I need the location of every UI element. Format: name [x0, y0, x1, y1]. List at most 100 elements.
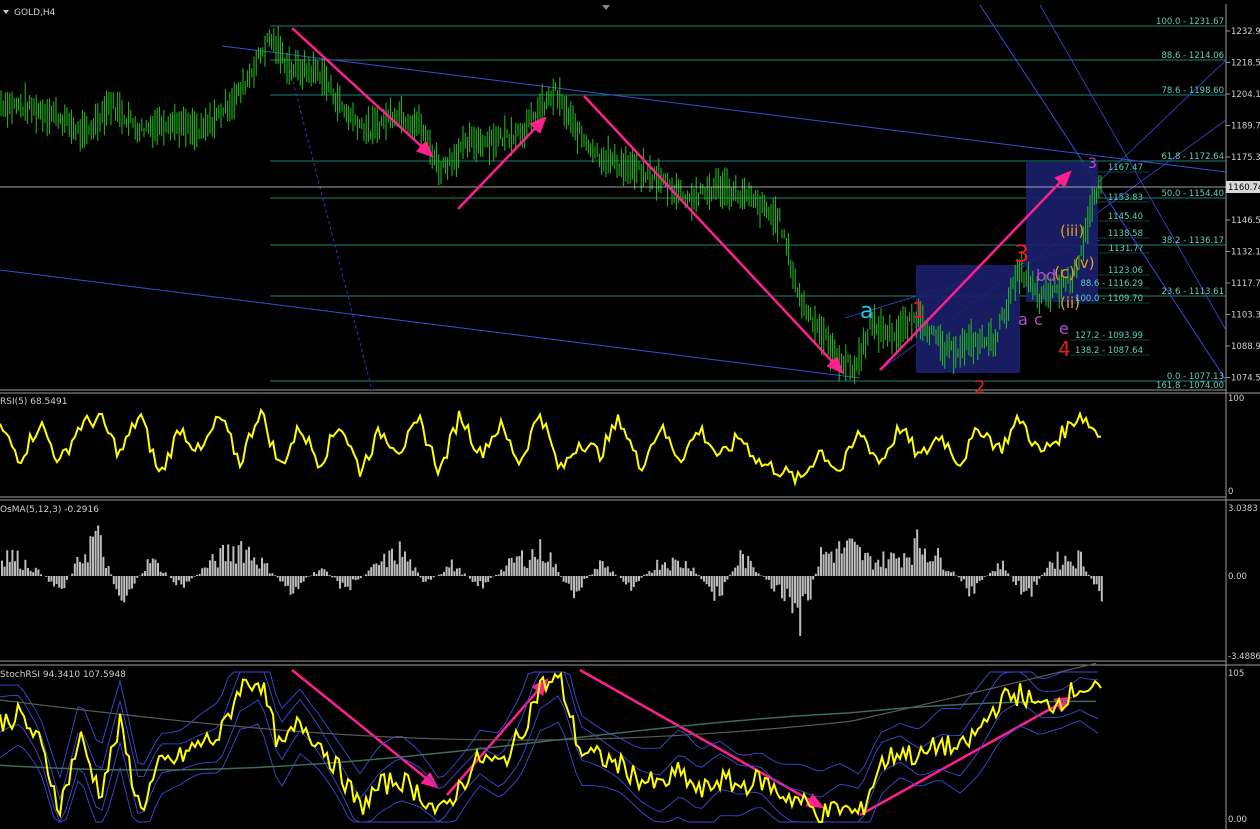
osma-bar	[294, 576, 297, 587]
osma-bar	[690, 570, 692, 576]
osma-bar	[206, 567, 209, 576]
osma-bar	[482, 576, 484, 589]
osma-bar	[66, 576, 68, 580]
osma-bar	[300, 576, 302, 583]
osma-bar	[94, 530, 97, 576]
osma-bar	[742, 554, 744, 576]
osma-bar	[752, 567, 755, 576]
osma-bar	[237, 545, 240, 576]
osma-bar	[528, 559, 531, 576]
osma-bar	[957, 576, 960, 578]
osma-bar	[1030, 576, 1033, 597]
osma-bar	[344, 576, 347, 587]
osma-bar	[664, 562, 666, 576]
osma-bar	[866, 552, 869, 576]
osma-bar	[788, 576, 791, 598]
osma-bar	[357, 576, 360, 580]
osma-bar	[903, 553, 906, 576]
osma-bar	[778, 576, 781, 585]
osma-bar	[115, 576, 118, 590]
osma-bar	[505, 565, 508, 576]
osma-bar	[968, 576, 971, 597]
osma-bar	[534, 556, 536, 576]
osma-bar	[203, 567, 206, 576]
price-tick-label: 1117.70	[1231, 279, 1260, 289]
osma-bar	[679, 567, 682, 576]
osma-bar	[781, 576, 783, 599]
osma-bar	[302, 576, 305, 582]
osma-bar	[1054, 568, 1056, 576]
osma-bar	[1022, 576, 1025, 592]
fib-small-label: 1138.58	[1108, 229, 1143, 239]
osma-bar	[34, 567, 37, 576]
osma-bar	[1043, 572, 1046, 576]
osma-bar	[1069, 561, 1072, 576]
osma-bar	[830, 551, 833, 576]
osma-bar	[112, 576, 115, 585]
osma-bar	[393, 560, 396, 576]
osma-bar	[419, 576, 422, 578]
chart-canvas: a13bd(c)(v)(iii)(ii)ace423 1232.901218.5…	[0, 0, 1260, 829]
osma-bar	[1007, 573, 1010, 576]
osma-bar	[541, 561, 544, 576]
osma-bar	[1041, 575, 1043, 576]
osma-bar	[102, 556, 105, 576]
osma-bar	[349, 576, 352, 591]
osma-bar	[313, 572, 315, 576]
osma-bar	[352, 576, 354, 580]
osma-bar	[588, 575, 591, 576]
osma-bar	[721, 576, 724, 596]
osma-bar	[367, 570, 370, 576]
osma-bar	[1035, 576, 1038, 585]
wave-label: (iii)	[1060, 222, 1084, 240]
osma-bar	[1015, 576, 1017, 585]
osma-bar	[1059, 569, 1062, 576]
osma-bar	[895, 558, 898, 576]
osma-bar	[497, 574, 500, 576]
osma-bar	[596, 569, 599, 576]
osma-bar	[1046, 567, 1049, 576]
osma-bar	[794, 576, 796, 604]
osma-bar	[606, 566, 609, 576]
osma-bar	[289, 576, 292, 595]
wave-label: (c)	[1054, 263, 1075, 282]
osma-zero: 0.00	[1228, 572, 1247, 582]
osma-bar	[27, 568, 29, 576]
osma-bar	[417, 572, 419, 576]
wave-label: c	[1034, 310, 1043, 329]
osma-bar	[71, 573, 74, 576]
osma-bar	[63, 576, 66, 589]
osma-bar	[695, 573, 698, 576]
osma-bar	[856, 544, 859, 576]
osma-bar	[942, 569, 945, 576]
osma-bar	[645, 574, 648, 576]
osma-bar	[983, 576, 986, 577]
wave-label: 4	[1058, 337, 1071, 361]
osma-bar	[547, 561, 549, 576]
osma-bar	[1, 560, 3, 576]
osma-bar	[339, 576, 341, 589]
osma-bar	[19, 568, 22, 576]
osma-bar	[430, 576, 432, 580]
osma-bar	[656, 559, 659, 576]
osma-bar	[843, 547, 846, 576]
osma-bar	[643, 574, 646, 576]
osma-bar	[125, 576, 128, 596]
osma-bar	[500, 569, 503, 576]
osma-bar	[1038, 576, 1041, 579]
osma-bar	[931, 561, 934, 576]
osma-bar	[92, 536, 94, 576]
osma-bar	[973, 576, 976, 594]
osma-bar	[323, 569, 326, 576]
osma-bar	[502, 571, 505, 576]
osma-bar	[580, 576, 583, 588]
osma-bar	[1077, 550, 1080, 576]
osma-bar	[549, 552, 552, 576]
osma-bar	[183, 576, 185, 588]
osma-bar	[682, 568, 685, 576]
osma-bar	[151, 558, 154, 576]
osma-bar	[453, 571, 456, 576]
osma-bar	[346, 576, 349, 587]
osma-bar	[146, 559, 149, 576]
osma-bar	[437, 574, 440, 576]
